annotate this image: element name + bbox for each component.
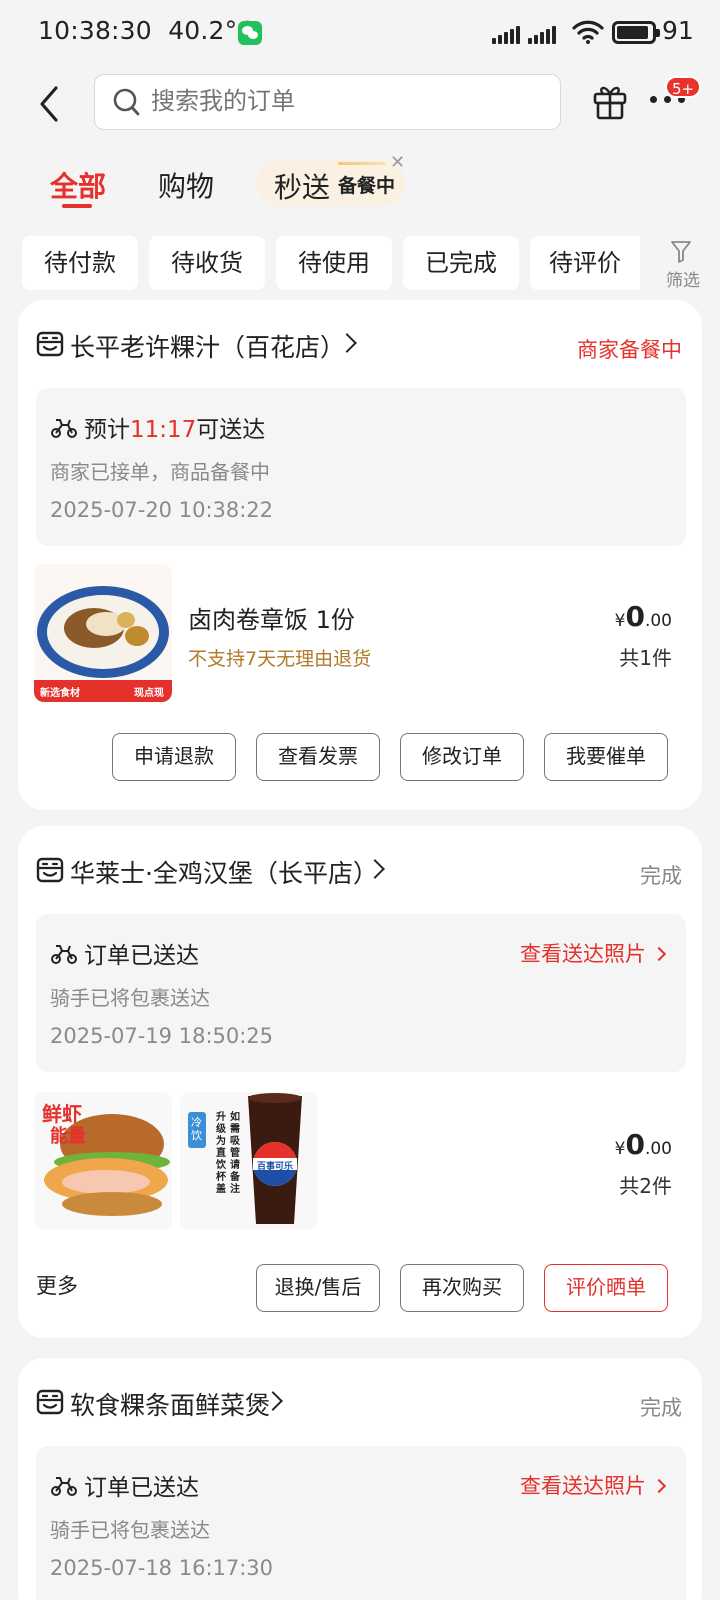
shop-icon (36, 857, 64, 883)
order-price: ¥0.00 (614, 600, 672, 633)
chevron-right-icon (651, 946, 667, 962)
review-button[interactable]: 评价晒单 (544, 1264, 668, 1312)
rider-icon (51, 419, 77, 438)
item-quantity: 共2件 (619, 1174, 672, 1198)
buy-again-button[interactable]: 再次购买 (400, 1264, 524, 1312)
promo-text: 如需吸管请备注 (230, 1112, 240, 1195)
shop-icon (36, 1389, 64, 1415)
tab-shopping[interactable]: 购物 (158, 165, 214, 205)
order-time: 2025-07-18 16:17:30 (50, 1556, 274, 1580)
delivery-title: 订单已送达 (84, 943, 199, 969)
item-quantity: 共1件 (619, 646, 672, 670)
delivery-desc: 骑手已将包裹送达 (50, 1518, 210, 1542)
delivery-info[interactable]: 订单已送达 查看送达照片 骑手已将包裹送达 2025-07-18 16:17:3… (36, 1446, 686, 1600)
product-thumbnail[interactable]: 鲜虾 能量 (34, 1092, 172, 1230)
close-icon[interactable]: ✕ (390, 152, 405, 173)
cola-image (180, 1092, 318, 1230)
urge-order-button[interactable]: 我要催单 (544, 733, 668, 781)
battery-percent: 91 (662, 16, 694, 45)
back-arrow-icon[interactable] (36, 84, 72, 124)
filter-pending-receipt[interactable]: 待收货 (149, 236, 265, 290)
tab-flash-delivery[interactable]: 秒送 备餐中 (256, 160, 406, 206)
estimated-delivery: 预计11:17可送达 (84, 417, 266, 443)
filter-label: 筛选 (666, 271, 700, 291)
status-time: 10:38:30 40.2°C (38, 16, 256, 45)
filter-completed[interactable]: 已完成 (403, 236, 519, 290)
rider-icon (51, 945, 77, 964)
wechat-icon (238, 21, 262, 45)
shop-name[interactable]: 华莱士·全鸡汉堡（长平店） (70, 854, 378, 890)
promo-text: 能量 (50, 1126, 86, 1147)
shop-name[interactable]: 软食粿条面鲜菜煲 (70, 1386, 270, 1422)
tab-all[interactable]: 全部 (50, 165, 106, 205)
order-price: ¥0.00 (614, 1128, 672, 1161)
signal-icon (528, 24, 558, 44)
chevron-right-icon (651, 1478, 667, 1494)
shop-name[interactable]: 长平老许粿汁（百花店） (70, 328, 345, 364)
brand-text: 百事可乐 (257, 1162, 294, 1172)
view-delivery-photo-link[interactable]: 查看送达照片 (520, 938, 667, 968)
wifi-icon (572, 20, 604, 44)
thumb-tag: 新选食材 (40, 688, 80, 699)
status-bar: 10:38:30 40.2°C 91 (0, 0, 720, 66)
gift-icon[interactable] (592, 82, 628, 120)
notification-badge: 5+ (665, 76, 702, 98)
search-box[interactable] (94, 74, 561, 130)
estimated-time: 11:17 (130, 417, 197, 443)
order-status: 商家备餐中 (577, 338, 682, 362)
food-image (34, 564, 172, 702)
return-after-sales-button[interactable]: 退换/售后 (256, 1264, 380, 1312)
order-card[interactable]: 长平老许粿汁（百花店） 商家备餐中 预计11:17可送达 商家已接单，商品备餐中… (18, 300, 702, 810)
order-time: 2025-07-19 18:50:25 (50, 1024, 274, 1048)
view-delivery-photo-link[interactable]: 查看送达照片 (520, 1470, 667, 1500)
order-time: 2025-07-20 10:38:22 (50, 498, 274, 522)
request-refund-button[interactable]: 申请退款 (112, 733, 236, 781)
view-invoice-button[interactable]: 查看发票 (256, 733, 380, 781)
search-input[interactable] (151, 87, 531, 115)
thumb-tag: 现点现做 (134, 688, 164, 699)
tab-flash-sub: 备餐中 (338, 175, 396, 197)
signal-icon (492, 24, 522, 44)
product-thumbnail[interactable]: 新选食材 现点现做 (34, 564, 172, 702)
filter-pending-use[interactable]: 待使用 (276, 236, 392, 290)
battery-icon (612, 21, 660, 44)
more-link[interactable]: 更多 (36, 1270, 78, 1300)
rider-icon (51, 1477, 77, 1496)
product-thumbnail[interactable]: 冷饮 升级为直饮杯盖 如需吸管请备注 百事可乐 (180, 1092, 318, 1230)
flash-tab-decoration (338, 162, 386, 165)
filter-button[interactable]: 筛选 (640, 236, 720, 291)
order-status: 完成 (640, 864, 682, 888)
delivery-title: 订单已送达 (84, 1475, 199, 1501)
modify-order-button[interactable]: 修改订单 (400, 733, 524, 781)
filter-pending-review[interactable]: 待评价 (530, 236, 640, 290)
order-card[interactable]: 软食粿条面鲜菜煲 完成 订单已送达 查看送达照片 骑手已将包裹送达 2025-0… (18, 1358, 702, 1600)
tab-active-indicator (62, 204, 92, 208)
filter-icon (671, 241, 691, 263)
item-name[interactable]: 卤肉卷章饭 1份 (188, 600, 355, 635)
item-note: 不支持7天无理由退货 (188, 648, 372, 670)
delivery-info[interactable]: 订单已送达 查看送达照片 骑手已将包裹送达 2025-07-19 18:50:2… (36, 914, 686, 1072)
order-card[interactable]: 华莱士·全鸡汉堡（长平店） 完成 订单已送达 查看送达照片 骑手已将包裹送达 2… (18, 826, 702, 1338)
promo-text: 升级为直饮杯盖 (216, 1112, 226, 1195)
filter-pending-payment[interactable]: 待付款 (22, 236, 138, 290)
search-icon (113, 88, 140, 116)
battery-fill (617, 26, 648, 39)
promo-text: 冷饮 (191, 1116, 202, 1142)
delivery-info[interactable]: 预计11:17可送达 商家已接单，商品备餐中 2025-07-20 10:38:… (36, 388, 686, 546)
delivery-desc: 商家已接单，商品备餐中 (50, 460, 270, 484)
shop-icon (36, 331, 64, 357)
tab-flash-label: 秒送 (274, 171, 331, 204)
order-status: 完成 (640, 1396, 682, 1420)
delivery-desc: 骑手已将包裹送达 (50, 986, 210, 1010)
